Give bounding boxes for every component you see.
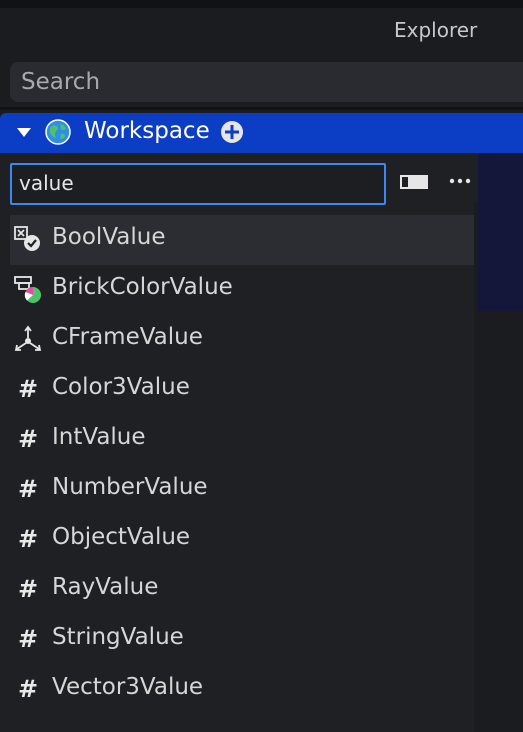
item-label: CFrameValue (52, 324, 203, 350)
list-item[interactable]: CFrameValue (10, 315, 474, 365)
item-label: Vector3Value (52, 674, 204, 700)
item-label: IntValue (52, 424, 146, 450)
add-object-icon[interactable] (220, 120, 244, 144)
item-label: BoolValue (52, 224, 166, 250)
list-item[interactable]: # IntValue (10, 415, 474, 465)
insert-query-value: value (19, 171, 74, 195)
item-label: Color3Value (52, 374, 190, 400)
panel-title: Explorer (394, 18, 478, 42)
list-item[interactable]: # Vector3Value (10, 665, 474, 715)
more-options-icon[interactable] (449, 174, 471, 188)
insert-object-search-input[interactable]: value (10, 163, 386, 205)
explorer-search-input[interactable]: Search (10, 62, 523, 102)
cframe-value-icon (13, 324, 43, 354)
item-label: NumberValue (52, 474, 208, 500)
item-label: RayValue (52, 574, 159, 600)
header-strip (0, 0, 523, 8)
item-label: StringValue (52, 624, 184, 650)
item-label: ObjectValue (52, 524, 191, 550)
list-item[interactable]: # NumberValue (10, 465, 474, 515)
expand-caret-icon[interactable] (17, 128, 31, 137)
explorer-selection-area (478, 153, 523, 311)
hash-icon: # (17, 525, 39, 553)
insert-object-list: BoolValue BrickColorValue CFrameValue # … (10, 215, 474, 715)
explorer-header: Explorer (0, 0, 523, 56)
hash-icon: # (17, 625, 39, 653)
item-label: BrickColorValue (52, 274, 233, 300)
divider (0, 107, 523, 110)
tree-item-workspace[interactable]: Workspace (0, 113, 523, 153)
brick-color-value-icon (13, 274, 43, 304)
hash-icon: # (17, 575, 39, 603)
workspace-globe-icon (45, 119, 71, 145)
toggle-view-icon[interactable] (400, 175, 428, 189)
list-item[interactable]: # Color3Value (10, 365, 474, 415)
list-item[interactable]: # ObjectValue (10, 515, 474, 565)
workspace-label: Workspace (84, 118, 210, 144)
list-item[interactable]: BoolValue (10, 215, 474, 265)
list-item[interactable]: # RayValue (10, 565, 474, 615)
hash-icon: # (17, 675, 39, 703)
list-item[interactable]: # StringValue (10, 615, 474, 665)
hash-icon: # (17, 425, 39, 453)
hash-icon: # (17, 375, 39, 403)
hash-icon: # (17, 475, 39, 503)
search-placeholder: Search (21, 69, 101, 95)
bool-value-icon (13, 224, 43, 254)
list-item[interactable]: BrickColorValue (10, 265, 474, 315)
popup-edge (474, 201, 478, 732)
